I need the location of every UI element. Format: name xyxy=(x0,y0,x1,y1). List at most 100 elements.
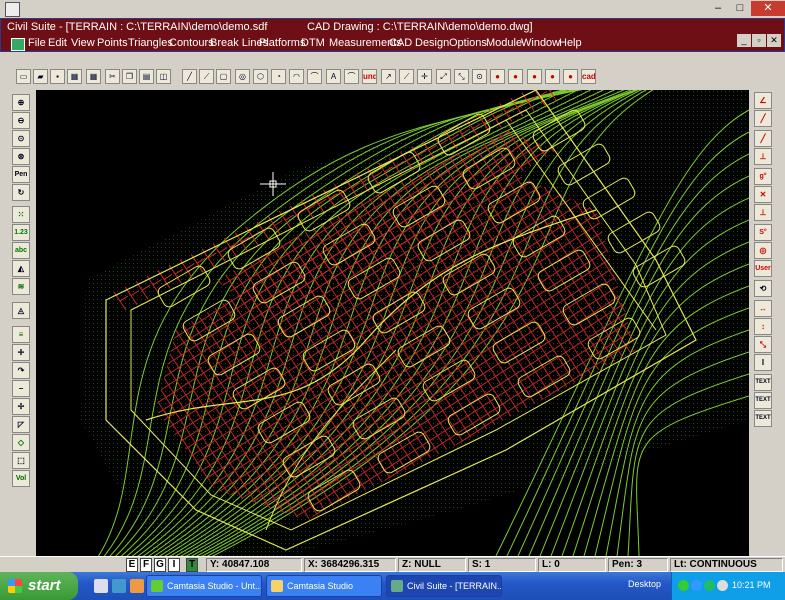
menu-window[interactable]: Window xyxy=(521,37,560,49)
close-button[interactable]: ✕ xyxy=(751,1,785,16)
task-civil-suite[interactable]: Civil Suite - [TERRAIN... xyxy=(386,575,502,597)
extend-icon[interactable]: ⤢ xyxy=(436,69,451,84)
tray-security-icon[interactable] xyxy=(704,580,715,591)
polyline-icon[interactable]: ⟋ xyxy=(199,69,214,84)
menu-points[interactable]: Points xyxy=(97,37,128,49)
quicklaunch-browser-icon[interactable] xyxy=(112,579,126,593)
menu-edit[interactable]: Edit xyxy=(48,37,67,49)
layers-icon[interactable]: ≡ xyxy=(12,326,30,343)
tray-volume-icon[interactable] xyxy=(717,580,728,591)
select-area-icon[interactable]: ⬚ xyxy=(12,452,30,469)
frame-icon[interactable]: ◫ xyxy=(156,69,171,84)
start-button[interactable]: start xyxy=(0,572,78,600)
horizontal-dim-icon[interactable]: ↔ xyxy=(754,300,772,317)
contours-icon[interactable]: ≋ xyxy=(12,278,30,295)
text-move-icon[interactable]: TEXT xyxy=(754,410,772,427)
document-icon[interactable] xyxy=(11,38,25,51)
break-icon[interactable]: ⊙ xyxy=(472,69,487,84)
app-icon[interactable] xyxy=(5,2,20,17)
redraw-icon[interactable]: ↻ xyxy=(12,184,30,201)
desktop-toolbar-label[interactable]: Desktop xyxy=(628,579,661,589)
undo-icon[interactable]: undo xyxy=(362,69,377,84)
cut-icon[interactable]: ✂ xyxy=(105,69,120,84)
trim-icon[interactable]: ⤡ xyxy=(454,69,469,84)
slope-s-icon[interactable]: S° xyxy=(754,224,772,241)
info-search-icon[interactable]: ● xyxy=(527,69,542,84)
vertical-dim-icon[interactable]: ↕ xyxy=(754,318,772,335)
mode-i-toggle[interactable]: I xyxy=(168,558,180,572)
save-all-icon[interactable]: ▦ xyxy=(67,69,82,84)
minimize-button[interactable]: – xyxy=(707,1,729,16)
task-camtasia-studio[interactable]: Camtasia Studio xyxy=(266,575,382,597)
zoom-window-icon[interactable]: ⊙ xyxy=(12,130,30,147)
pen-icon[interactable]: Pen xyxy=(12,166,30,183)
edit-point-icon[interactable]: ↷ xyxy=(12,362,30,379)
arc-icon[interactable]: ◠ xyxy=(289,69,304,84)
quicklaunch-desktop-icon[interactable] xyxy=(94,579,108,593)
angle-icon[interactable]: ∠ xyxy=(754,92,772,109)
circle-icon[interactable]: ◎ xyxy=(235,69,250,84)
rotate-icon[interactable]: ⟲ xyxy=(754,280,772,297)
section-icon[interactable]: ◬ xyxy=(12,302,30,319)
info-area-icon[interactable]: ● xyxy=(545,69,560,84)
offset-icon[interactable]: ⟋ xyxy=(399,69,414,84)
zoom-extents-icon[interactable]: ⊛ xyxy=(12,148,30,165)
menu-dtm[interactable]: DTM xyxy=(301,37,325,49)
line-icon[interactable]: ╱ xyxy=(182,69,197,84)
curve-icon[interactable]: ⌒ xyxy=(307,69,322,84)
mdi-restore-button[interactable]: ▫ xyxy=(752,34,766,47)
move-point-icon[interactable]: ✢ xyxy=(12,398,30,415)
xy-dim-icon[interactable]: ⤡ xyxy=(754,336,772,353)
mode-f-toggle[interactable]: F xyxy=(140,558,152,572)
text-cursor-icon[interactable]: I xyxy=(754,354,772,371)
site-plan-drawing[interactable] xyxy=(36,30,785,561)
mdi-close-button[interactable]: ✕ xyxy=(767,34,781,47)
line-angle-icon[interactable]: ╱ xyxy=(754,110,772,127)
grid-icon[interactable]: ▦ xyxy=(86,69,101,84)
text-insert-icon[interactable]: TEXT xyxy=(754,374,772,391)
new-file-icon[interactable]: ▭ xyxy=(16,69,31,84)
menu-triangles[interactable]: Triangles xyxy=(128,37,173,49)
triangulate-icon[interactable]: ◭ xyxy=(12,260,30,277)
tray-network-icon[interactable] xyxy=(678,580,689,591)
perpendicular-icon[interactable]: ⊥ xyxy=(754,148,772,165)
user-icon[interactable]: User xyxy=(754,260,772,277)
mdi-minimize-button[interactable]: _ xyxy=(737,34,751,47)
points-grid-icon[interactable]: ⁙ xyxy=(12,206,30,223)
volume-icon[interactable]: Vol xyxy=(12,470,30,487)
task-camtasia-unt[interactable]: Camtasia Studio - Unt... xyxy=(146,575,262,597)
cad-drawing-canvas[interactable] xyxy=(36,30,785,561)
menu-cad[interactable]: CAD xyxy=(389,37,412,49)
maximize-button[interactable]: □ xyxy=(729,1,751,16)
base-icon[interactable]: ⊥ xyxy=(754,204,772,221)
polygon-icon[interactable]: ⬡ xyxy=(253,69,268,84)
diamond-icon[interactable]: ◇ xyxy=(12,434,30,451)
menu-contours[interactable]: Contours xyxy=(169,37,214,49)
menu-design[interactable]: Design xyxy=(415,37,449,49)
slope-icon[interactable]: ◸ xyxy=(12,416,30,433)
info-length-icon[interactable]: ● xyxy=(563,69,578,84)
menu-file[interactable]: File xyxy=(28,37,46,49)
cad-icon[interactable]: cad xyxy=(581,69,596,84)
zoom-in-icon[interactable]: ⊕ xyxy=(12,94,30,111)
mode-e-toggle[interactable]: E xyxy=(126,558,138,572)
tray-update-icon[interactable] xyxy=(691,580,702,591)
bisect-icon[interactable]: ✕ xyxy=(754,186,772,203)
zoom-out-icon[interactable]: ⊖ xyxy=(12,112,30,129)
info-point-icon[interactable]: ● xyxy=(508,69,523,84)
add-point-icon[interactable]: ✛ xyxy=(12,344,30,361)
save-icon[interactable]: ▪ xyxy=(50,69,65,84)
target-icon[interactable]: ◎ xyxy=(754,242,772,259)
point-values-icon[interactable]: 1.23 xyxy=(12,224,30,241)
paste-icon[interactable]: ▤ xyxy=(139,69,154,84)
quicklaunch-media-icon[interactable] xyxy=(130,579,144,593)
info-icon[interactable]: ● xyxy=(490,69,505,84)
line-draw-icon[interactable]: ╱ xyxy=(754,130,772,147)
zoom-circle-icon[interactable]: ◔ xyxy=(271,69,286,84)
mode-g-toggle[interactable]: G xyxy=(154,558,166,572)
move-icon[interactable]: ↗ xyxy=(381,69,396,84)
arc-tool-icon[interactable]: ⌒ xyxy=(344,69,359,84)
menu-module[interactable]: Module xyxy=(486,37,522,49)
copy-icon[interactable]: ❐ xyxy=(122,69,137,84)
menu-platforms[interactable]: Platforms xyxy=(259,37,305,49)
